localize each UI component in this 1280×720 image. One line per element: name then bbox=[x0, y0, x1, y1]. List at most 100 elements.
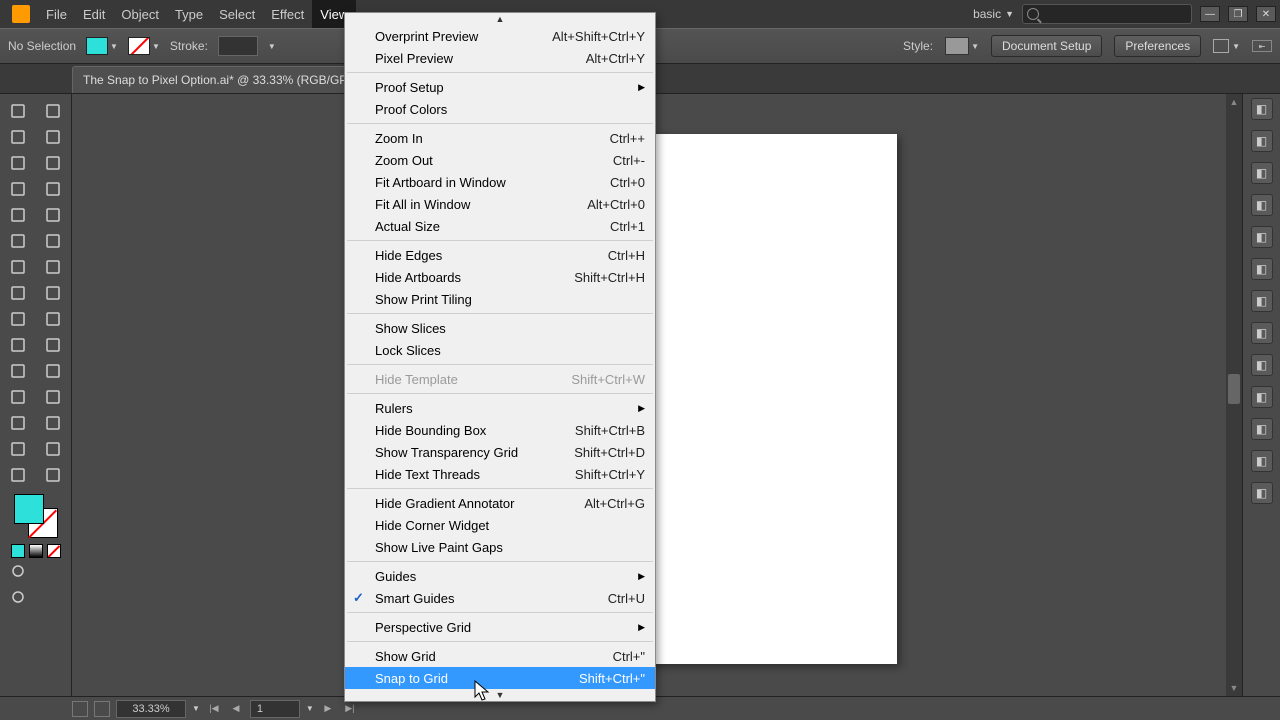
menu-scroll-down-icon[interactable]: ▼ bbox=[345, 689, 655, 701]
panel-transform[interactable]: ◧ bbox=[1251, 450, 1273, 472]
tool-lasso[interactable] bbox=[36, 124, 72, 150]
last-artboard-button[interactable]: ▶| bbox=[342, 701, 358, 717]
gpu-icon[interactable] bbox=[72, 701, 88, 717]
panel-artboards[interactable]: ◧ bbox=[1251, 386, 1273, 408]
menu-file[interactable]: File bbox=[38, 0, 75, 28]
screen-mode-icon[interactable] bbox=[94, 701, 110, 717]
tool-graph[interactable] bbox=[36, 410, 72, 436]
canvas[interactable]: ▲ ▼ bbox=[72, 94, 1242, 696]
menu-item-proof-colors[interactable]: Proof Colors bbox=[345, 98, 655, 120]
menu-item-hide-corner-widget[interactable]: Hide Corner Widget bbox=[345, 514, 655, 536]
first-artboard-button[interactable]: |◀ bbox=[206, 701, 222, 717]
none-mode[interactable] bbox=[47, 544, 61, 558]
prev-artboard-button[interactable]: ◀ bbox=[228, 701, 244, 717]
tool-paintbrush[interactable] bbox=[0, 228, 36, 254]
gradient-mode[interactable] bbox=[29, 544, 43, 558]
tool-type[interactable] bbox=[0, 176, 36, 202]
panel-color[interactable]: ◧ bbox=[1251, 98, 1273, 120]
menu-item-lock-slices[interactable]: Lock Slices bbox=[345, 339, 655, 361]
close-button[interactable]: ✕ bbox=[1256, 6, 1276, 22]
minimize-button[interactable]: — bbox=[1200, 6, 1220, 22]
draw-mode-icon[interactable] bbox=[0, 558, 36, 584]
tool-blend[interactable] bbox=[36, 384, 72, 410]
panel-pathfinder[interactable]: ◧ bbox=[1251, 482, 1273, 504]
maximize-button[interactable]: ❐ bbox=[1228, 6, 1248, 22]
menu-item-proof-setup[interactable]: Proof Setup▶ bbox=[345, 76, 655, 98]
panel-graphic-styles[interactable]: ◧ bbox=[1251, 258, 1273, 280]
tool-pen[interactable] bbox=[0, 150, 36, 176]
fill-stroke-swatches[interactable] bbox=[14, 494, 58, 538]
artboard-number[interactable]: 1 bbox=[250, 700, 300, 718]
menu-item-zoom-in[interactable]: Zoom InCtrl++ bbox=[345, 127, 655, 149]
chevron-down-icon[interactable]: ▼ bbox=[306, 704, 314, 713]
panel-swatches[interactable]: ◧ bbox=[1251, 130, 1273, 152]
menu-item-smart-guides[interactable]: ✓Smart GuidesCtrl+U bbox=[345, 587, 655, 609]
menu-item-fit-all-in-window[interactable]: Fit All in WindowAlt+Ctrl+0 bbox=[345, 193, 655, 215]
menu-item-show-grid[interactable]: Show GridCtrl+" bbox=[345, 645, 655, 667]
tool-hand[interactable] bbox=[0, 462, 36, 488]
graphic-style[interactable]: ▼ bbox=[945, 37, 979, 55]
stroke-color[interactable]: ▼ bbox=[128, 37, 160, 55]
menu-effect[interactable]: Effect bbox=[263, 0, 312, 28]
tool-artboard[interactable] bbox=[0, 436, 36, 462]
menu-item-show-transparency-grid[interactable]: Show Transparency GridShift+Ctrl+D bbox=[345, 441, 655, 463]
chevron-down-icon[interactable]: ▼ bbox=[192, 704, 200, 713]
menu-item-snap-to-grid[interactable]: Snap to GridShift+Ctrl+" bbox=[345, 667, 655, 689]
menu-item-hide-artboards[interactable]: Hide ArtboardsShift+Ctrl+H bbox=[345, 266, 655, 288]
zoom-level[interactable]: 33.33% bbox=[116, 700, 186, 718]
tool-width[interactable] bbox=[0, 306, 36, 332]
menu-item-hide-text-threads[interactable]: Hide Text ThreadsShift+Ctrl+Y bbox=[345, 463, 655, 485]
screen-mode-icon[interactable] bbox=[0, 584, 36, 610]
next-artboard-button[interactable]: ▶ bbox=[320, 701, 336, 717]
align-menu[interactable]: ▼ bbox=[1213, 39, 1240, 53]
preferences-button[interactable]: Preferences bbox=[1114, 35, 1201, 57]
tool-curvature[interactable] bbox=[36, 150, 72, 176]
menu-item-pixel-preview[interactable]: Pixel PreviewAlt+Ctrl+Y bbox=[345, 47, 655, 69]
menu-item-guides[interactable]: Guides▶ bbox=[345, 565, 655, 587]
menu-item-actual-size[interactable]: Actual SizeCtrl+1 bbox=[345, 215, 655, 237]
tool-blob[interactable] bbox=[0, 254, 36, 280]
panel-brushes[interactable]: ◧ bbox=[1251, 162, 1273, 184]
document-setup-button[interactable]: Document Setup bbox=[991, 35, 1102, 57]
tool-scale[interactable] bbox=[36, 280, 72, 306]
tool-direct-selection[interactable] bbox=[36, 98, 72, 124]
menu-item-hide-edges[interactable]: Hide EdgesCtrl+H bbox=[345, 244, 655, 266]
menu-item-fit-artboard-in-window[interactable]: Fit Artboard in WindowCtrl+0 bbox=[345, 171, 655, 193]
panel-transparency[interactable]: ◧ bbox=[1251, 290, 1273, 312]
menu-item-hide-bounding-box[interactable]: Hide Bounding BoxShift+Ctrl+B bbox=[345, 419, 655, 441]
menu-item-perspective-grid[interactable]: Perspective Grid▶ bbox=[345, 616, 655, 638]
menu-item-rulers[interactable]: Rulers▶ bbox=[345, 397, 655, 419]
vertical-scrollbar[interactable]: ▲ ▼ bbox=[1226, 94, 1242, 696]
menu-item-show-slices[interactable]: Show Slices bbox=[345, 317, 655, 339]
tool-free-transform[interactable] bbox=[36, 306, 72, 332]
stroke-weight-input[interactable] bbox=[218, 36, 258, 56]
tool-shape-builder[interactable] bbox=[0, 332, 36, 358]
scroll-up-icon[interactable]: ▲ bbox=[1226, 94, 1242, 110]
tool-eraser[interactable] bbox=[36, 254, 72, 280]
tool-symbol-sprayer[interactable] bbox=[0, 410, 36, 436]
menu-item-hide-gradient-annotator[interactable]: Hide Gradient AnnotatorAlt+Ctrl+G bbox=[345, 492, 655, 514]
color-mode[interactable] bbox=[11, 544, 25, 558]
tool-perspective[interactable] bbox=[36, 332, 72, 358]
expand-panel-icon[interactable]: ⇤ bbox=[1252, 40, 1272, 52]
tool-magic-wand[interactable] bbox=[0, 124, 36, 150]
menu-edit[interactable]: Edit bbox=[75, 0, 113, 28]
tool-gradient[interactable] bbox=[36, 358, 72, 384]
menu-select[interactable]: Select bbox=[211, 0, 263, 28]
tool-rectangle[interactable] bbox=[0, 202, 36, 228]
panel-align[interactable]: ◧ bbox=[1251, 418, 1273, 440]
panel-layers[interactable]: ◧ bbox=[1251, 354, 1273, 376]
workspace-selector[interactable]: basic ▼ bbox=[973, 7, 1014, 21]
menu-object[interactable]: Object bbox=[113, 0, 167, 28]
tool-mesh[interactable] bbox=[0, 358, 36, 384]
tool-line[interactable] bbox=[36, 176, 72, 202]
scrollbar-thumb[interactable] bbox=[1228, 374, 1240, 404]
menu-item-overprint-preview[interactable]: Overprint PreviewAlt+Shift+Ctrl+Y bbox=[345, 25, 655, 47]
tool-ellipse[interactable] bbox=[36, 202, 72, 228]
menu-item-zoom-out[interactable]: Zoom OutCtrl+- bbox=[345, 149, 655, 171]
tool-slice[interactable] bbox=[36, 436, 72, 462]
document-tab[interactable]: The Snap to Pixel Option.ai* @ 33.33% (R… bbox=[72, 66, 375, 93]
panel-symbols[interactable]: ◧ bbox=[1251, 194, 1273, 216]
panel-appearance[interactable]: ◧ bbox=[1251, 322, 1273, 344]
menu-type[interactable]: Type bbox=[167, 0, 211, 28]
